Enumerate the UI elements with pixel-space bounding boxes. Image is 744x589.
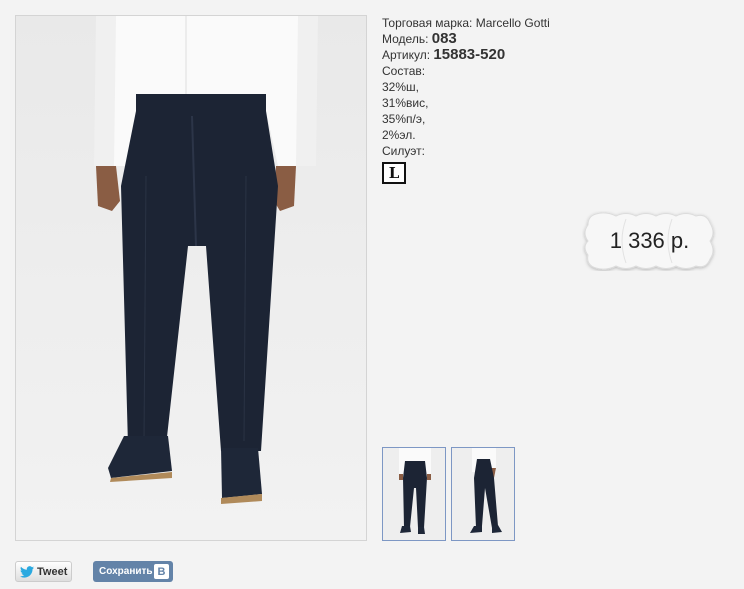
thumbnail-side[interactable] [451, 447, 515, 541]
product-main-image[interactable] [15, 15, 367, 541]
composition-label: Состав: [382, 64, 426, 78]
product-info: Торговая марка: Marcello Gotti Модель: 0… [382, 15, 550, 184]
article-value: 15883-520 [433, 46, 506, 63]
twitter-bird-icon [20, 565, 34, 578]
composition-item: 32%ш, [382, 80, 419, 94]
article-label: Артикул: [382, 48, 431, 62]
price-tag: 1 336 р. [582, 211, 717, 271]
silhouette-label: Силуэт: [382, 144, 425, 158]
brand-label: Торговая марка: [382, 16, 473, 30]
composition-item: 31%вис, [382, 96, 429, 110]
tweet-button[interactable]: Tweet [15, 561, 72, 582]
vk-save-label: Сохранить [99, 566, 153, 577]
model-label: Модель: [382, 32, 429, 46]
tweet-label: Tweet [37, 565, 68, 578]
model-row: Модель: 083 [382, 31, 550, 47]
composition-item: 2%эл. [382, 128, 416, 142]
model-value: 083 [431, 30, 457, 47]
composition-item: 35%п/э, [382, 112, 426, 126]
vk-save-button[interactable]: Сохранить В [93, 561, 173, 582]
thumbnail-front[interactable] [382, 447, 446, 541]
price-value: 1 336 р. [609, 228, 690, 253]
article-row: Артикул: 15883-520 [382, 47, 550, 63]
brand-row: Торговая марка: Marcello Gotti [382, 15, 550, 31]
brand-value: Marcello Gotti [475, 16, 550, 30]
vk-logo-icon: В [154, 564, 169, 579]
silhouette-l-icon: L [382, 162, 406, 184]
